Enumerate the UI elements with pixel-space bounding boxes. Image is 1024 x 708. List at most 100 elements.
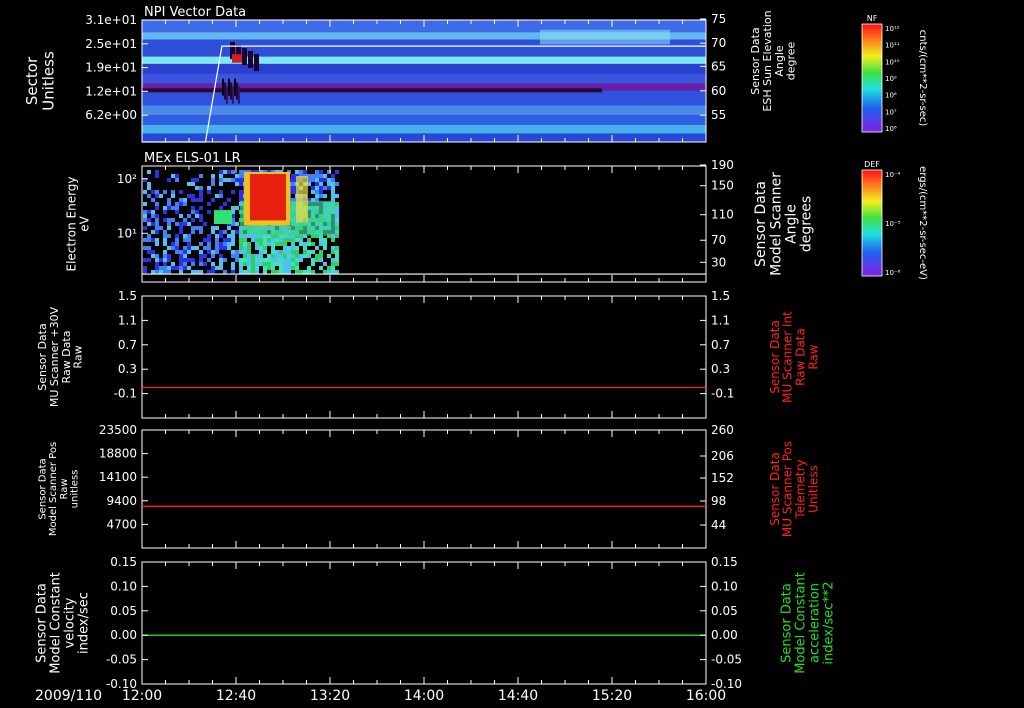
- els-pixel: [155, 190, 159, 194]
- els-pixel: [191, 226, 195, 230]
- els-pixel: [183, 202, 187, 206]
- els-pixel: [307, 254, 311, 258]
- els-pixel: [179, 214, 183, 218]
- els-pixel: [315, 186, 319, 190]
- els-pixel: [335, 234, 339, 238]
- els-pixel: [315, 170, 319, 174]
- els-pixel: [219, 174, 223, 178]
- els-pixel: [211, 178, 215, 182]
- els-pixel: [219, 242, 223, 246]
- els-pixel: [315, 174, 319, 178]
- els-pixel: [175, 222, 179, 226]
- npi-dark-column: [230, 82, 232, 100]
- els-pixel: [295, 270, 299, 274]
- y2-axis-label: Sensor DataESH Sun ElevationAngledegree: [749, 10, 798, 111]
- els-pixel: [219, 182, 223, 186]
- els-pixel: [303, 170, 307, 174]
- els-pixel: [259, 250, 263, 254]
- els-pixel: [311, 190, 315, 194]
- els-pixel: [255, 270, 259, 274]
- els-pixel: [219, 246, 223, 250]
- els-pixel: [219, 194, 223, 198]
- els-pixel: [143, 226, 147, 230]
- els-pixel: [323, 270, 327, 274]
- els-pixel: [155, 214, 159, 218]
- els-pixel: [155, 242, 159, 246]
- els-pixel: [299, 270, 303, 274]
- els-pixel: [151, 254, 155, 258]
- els-pixel: [211, 230, 215, 234]
- els-pixel: [271, 262, 275, 266]
- els-pixel: [335, 210, 339, 214]
- els-pixel: [327, 270, 331, 274]
- els-pixel: [151, 250, 155, 254]
- els-pixel: [167, 198, 171, 202]
- els-pixel: [239, 182, 243, 186]
- els-pixel: [319, 238, 323, 242]
- els-pixel: [211, 182, 215, 186]
- npi-band: [142, 73, 706, 84]
- els-pixel: [183, 198, 187, 202]
- els-pixel: [255, 242, 259, 246]
- els-pixel: [287, 262, 291, 266]
- els-pixel: [171, 190, 175, 194]
- els-pixel: [199, 242, 203, 246]
- els-pixel: [199, 190, 203, 194]
- els-pixel: [323, 186, 327, 190]
- els-pixel: [151, 214, 155, 218]
- els-pixel: [255, 238, 259, 242]
- y2-axis-label-line: Sensor Data: [768, 452, 782, 526]
- els-pixel: [279, 254, 283, 258]
- els-pixel: [335, 214, 339, 218]
- els-pixel: [223, 202, 227, 206]
- els-pixel: [147, 250, 151, 254]
- colorbar-title: DEF: [864, 160, 880, 169]
- els-pixel: [143, 238, 147, 242]
- els-pixel: [207, 186, 211, 190]
- els-pixel: [335, 194, 339, 198]
- els-spectrogram: [142, 166, 706, 282]
- els-pixel: [175, 250, 179, 254]
- els-pixel: [323, 262, 327, 266]
- els-pixel: [259, 246, 263, 250]
- els-pixel: [251, 270, 255, 274]
- y2-axis-label-line: Raw: [807, 344, 821, 369]
- els-pixel: [283, 250, 287, 254]
- els-pixel: [247, 266, 251, 270]
- els-pixel: [291, 242, 295, 246]
- els-pixel: [207, 234, 211, 238]
- y-tick-label: 1.2e+01: [85, 84, 137, 98]
- els-pixel: [191, 218, 195, 222]
- y-axis-label-line: eV: [78, 215, 92, 231]
- y2-tick-label: 98: [711, 494, 726, 508]
- els-pixel: [199, 206, 203, 210]
- els-pixel: [223, 178, 227, 182]
- els-pixel: [299, 170, 303, 174]
- els-pixel: [183, 238, 187, 242]
- els-pixel: [259, 258, 263, 262]
- els-pixel: [179, 202, 183, 206]
- els-pixel: [215, 194, 219, 198]
- els-pixel: [155, 266, 159, 270]
- els-pixel: [199, 230, 203, 234]
- els-pixel: [331, 182, 335, 186]
- els-pixel: [183, 258, 187, 262]
- colorbar: [861, 23, 883, 133]
- els-pixel: [247, 250, 251, 254]
- els-pixel: [331, 186, 335, 190]
- els-pixel: [179, 198, 183, 202]
- els-pixel: [295, 258, 299, 262]
- y-tick-label: 3.1e+01: [85, 13, 137, 27]
- x-tick-label: 12:00: [122, 688, 162, 704]
- els-pixel: [219, 178, 223, 182]
- els-pixel: [255, 258, 259, 262]
- els-pixel: [295, 266, 299, 270]
- colorbar-title: NF: [867, 14, 878, 23]
- els-pixel: [299, 238, 303, 242]
- els-pixel: [163, 206, 167, 210]
- els-pixel: [319, 190, 323, 194]
- els-pixel: [187, 182, 191, 186]
- y2-tick-label: 110: [711, 208, 734, 222]
- els-pixel: [215, 238, 219, 242]
- y-tick-label: 1.5: [118, 289, 137, 303]
